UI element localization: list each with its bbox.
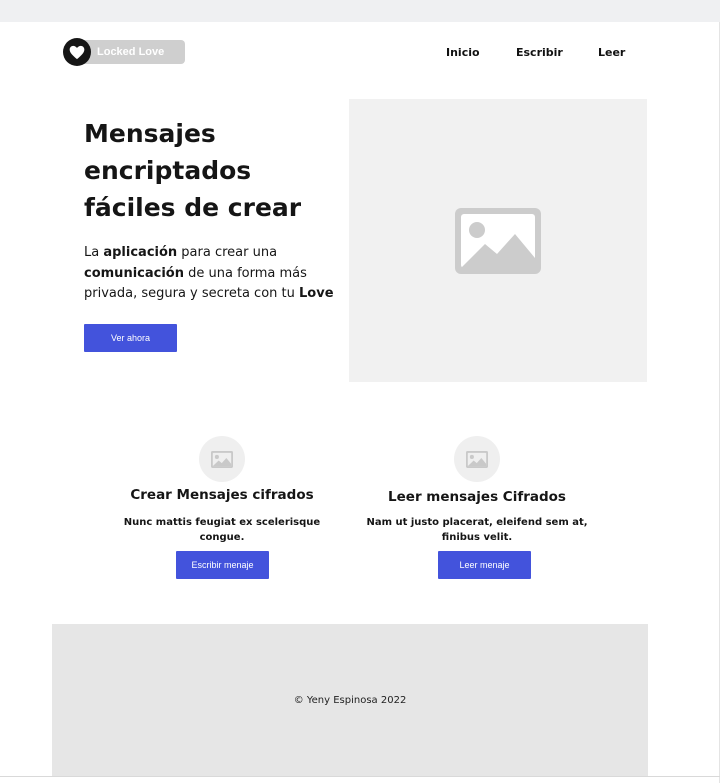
escribir-menaje-button[interactable]: Escribir menaje xyxy=(176,551,269,579)
ver-ahora-button[interactable]: Ver ahora xyxy=(84,324,177,352)
feature-2-description: Nam ut justo placerat, eleifend sem at, … xyxy=(366,517,588,543)
feature-2-image-icon xyxy=(454,436,500,482)
feature-1-title: Crear Mensajes cifrados xyxy=(130,487,314,503)
brand-name: Locked Love xyxy=(97,46,165,58)
nav-leer[interactable]: Leer xyxy=(598,46,625,59)
brand-logo[interactable]: Locked Love xyxy=(63,38,185,66)
footer-copyright: © Yeny Espinosa 2022 xyxy=(293,695,407,706)
hero-title: Mensajes encriptados fáciles de crear xyxy=(84,119,302,222)
footer: © Yeny Espinosa 2022 xyxy=(52,624,648,777)
feature-1-description: Nunc mattis feugiat ex scelerisque congu… xyxy=(123,517,321,543)
feature-2-title: Leer mensajes Cifrados xyxy=(388,489,566,505)
hero-desc-text-2: para crear una xyxy=(177,245,278,260)
nav-escribir[interactable]: Escribir xyxy=(516,46,563,59)
feature-1-image-icon xyxy=(199,436,245,482)
hero-desc-bold-1: aplicación xyxy=(103,245,178,260)
browser-top-strip xyxy=(0,0,720,22)
hero-desc-bold-2: comunicación xyxy=(84,265,184,281)
leer-menaje-button[interactable]: Leer menaje xyxy=(438,551,531,579)
page-bottom-border xyxy=(0,776,720,777)
image-placeholder-icon xyxy=(455,207,541,274)
nav-inicio[interactable]: Inicio xyxy=(446,46,480,59)
heart-icon xyxy=(63,38,91,66)
hero-description: La aplicación para crear una comunicació… xyxy=(84,243,346,305)
hero-desc-text-1: La xyxy=(84,245,104,260)
hero-desc-bold-3: Love xyxy=(299,286,334,301)
hero-image-placeholder xyxy=(349,99,647,382)
